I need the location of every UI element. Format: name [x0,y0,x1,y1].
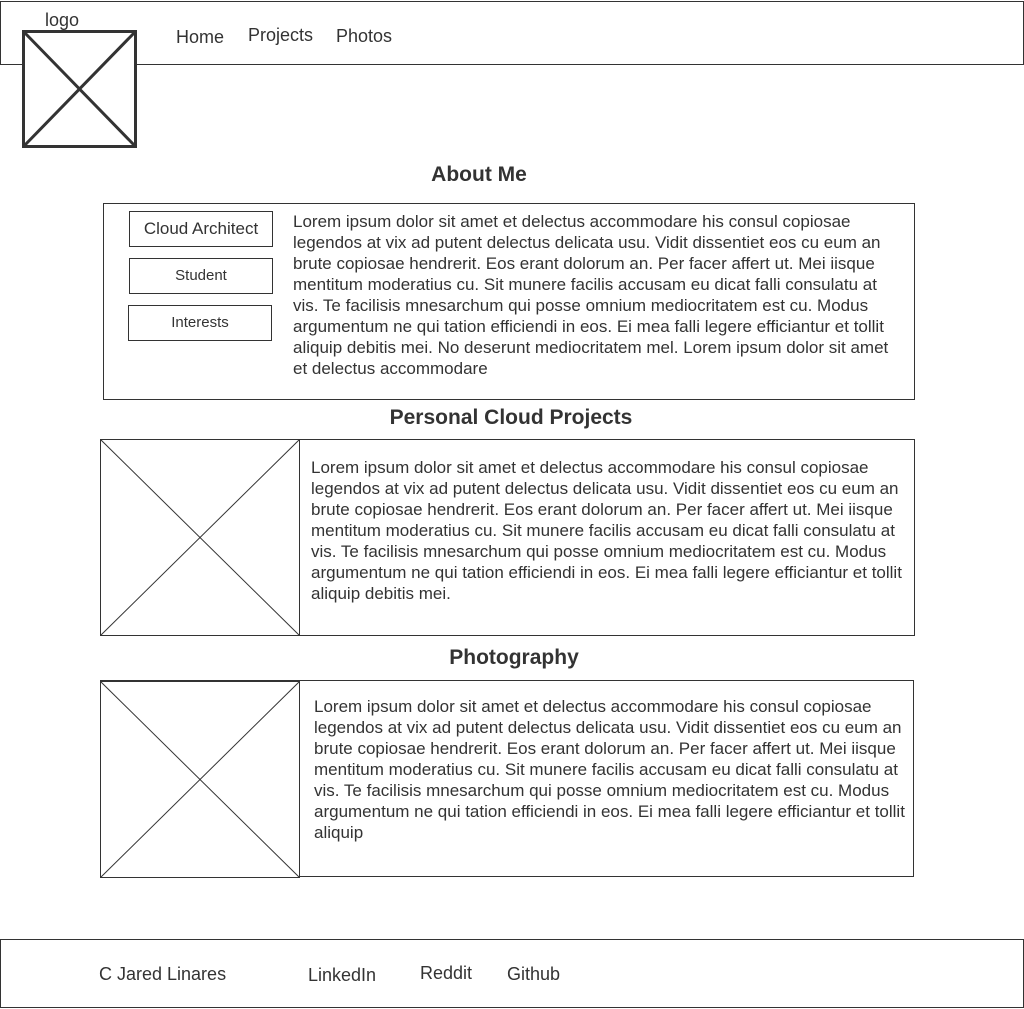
projects-text: Lorem ipsum dolor sit amet et delectus a… [311,458,902,603]
photo-image-placeholder[interactable] [100,681,300,878]
tag-student[interactable]: Student [129,258,273,294]
footer-name: C Jared Linares [99,964,227,984]
about-title: About Me [431,163,527,186]
logo-image-placeholder[interactable] [22,30,137,148]
footer-link-linkedin[interactable]: LinkedIn [308,965,376,986]
photography-text: Lorem ipsum dolor sit amet et delectus a… [314,697,905,842]
about-text: Lorem ipsum dolor sit amet et delectus a… [293,212,889,378]
tag-interests[interactable]: Interests [128,305,272,341]
logo-label: logo [45,10,80,30]
tag-cloud-architect[interactable]: Cloud Architect [129,211,273,247]
header-bar [0,1,1024,65]
projects-title: Personal Cloud Projects [389,406,633,429]
nav-photos[interactable]: Photos [336,26,392,47]
footer-link-reddit[interactable]: Reddit [420,963,472,984]
nav-projects[interactable]: Projects [248,25,313,46]
project-image-placeholder[interactable] [100,439,300,636]
photography-title: Photography [449,646,579,669]
nav-home[interactable]: Home [176,27,224,48]
footer-link-github[interactable]: Github [507,964,560,985]
